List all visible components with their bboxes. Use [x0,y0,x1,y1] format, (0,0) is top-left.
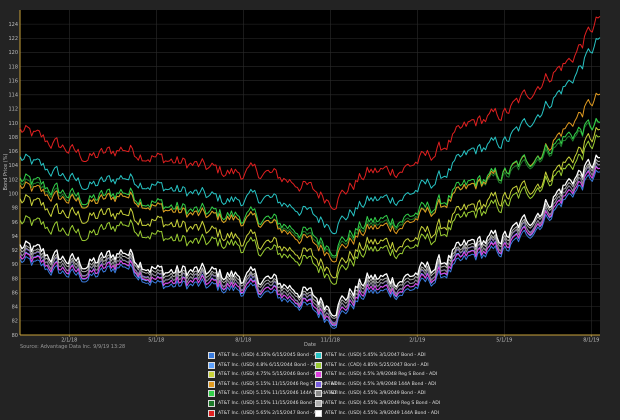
legend-item[interactable]: AT&T Inc. (USD) 4.5% 3/9/2048 Reg S Bond… [315,371,437,379]
y-tick-label: 108 [8,135,18,141]
legend-label: AT&T Inc. (USD) 4.5% 3/9/2048 144A Bond … [325,381,437,387]
x-tick-label: 5/1/19 [496,338,512,344]
y-tick-label: 106 [8,149,18,155]
legend-item[interactable]: AT&T Inc. (USD) 4.75% 5/15/2046 Bond - A… [208,371,321,379]
legend-label: AT&T Inc. (USD) 4.8% 6/15/2044 Bond - AD… [218,362,319,368]
x-tick-label: 2/1/18 [61,338,77,344]
y-tick-label: 112 [8,107,18,113]
legend-item[interactable]: AT&T Inc. (USD) 4.5% 3/9/2048 144A Bond … [315,380,436,388]
legend-swatch [315,361,322,369]
legend-swatch [315,390,322,398]
legend-swatch [208,380,215,388]
legend-label: AT&T Inc. (USD) 4.55% 3/9/2049 Reg S Bon… [325,400,441,406]
y-tick-label: 120 [8,50,18,56]
legend-swatch [208,399,215,407]
y-tick-label: 102 [8,177,18,183]
y-tick-label: 114 [8,93,18,99]
y-tick-label: 110 [8,121,18,127]
legend-item[interactable]: AT&T Inc. (USD) 5.15% 11/15/2046 Reg S B… [208,380,339,388]
legend-swatch [208,352,215,359]
legend-item[interactable]: AT&T Inc. (USD) 5.65% 2/15/2047 Bond - A… [208,409,321,417]
x-tick-label: 11/1/18 [321,338,340,344]
legend-swatch [208,371,215,379]
x-tick-label: 8/1/19 [583,338,599,344]
y-tick-label: 80 [12,333,18,339]
y-tick-label: 104 [8,163,18,169]
legend-item[interactable]: AT&T Inc. (CAD) 4.85% 5/25/2047 Bond - A… [315,361,429,369]
legend-item[interactable]: AT&T Inc. (USD) 5.45% 3/1/2047 Bond - AD… [315,352,426,359]
y-tick-label: 84 [12,305,18,311]
legend-swatch [315,399,322,407]
legend-label: AT&T Inc. (USD) 4.35% 6/15/2045 Bond - A… [218,353,322,358]
source-note: Source: Advantage Data Inc. 9/9/19 13:28 [20,344,126,350]
y-tick-label: 98 [12,206,18,212]
legend-item[interactable]: AT&T Inc. (USD) 4.55% 3/9/2049 Bond - AD… [315,390,426,398]
legend-swatch [208,409,215,417]
y-tick-label: 118 [8,64,18,70]
legend-label: AT&T Inc. (USD) 5.65% 2/15/2047 Bond - A… [218,410,322,416]
y-tick-label: 122 [8,36,18,42]
legend-swatch [315,409,322,417]
y-axis-title: Bond Price (%) [3,154,9,191]
legend-swatch [315,352,322,359]
legend-item[interactable]: AT&T Inc. (USD) 5.15% 11/15/2046 144A Bo… [208,390,338,398]
legend-swatch [208,361,215,369]
x-tick-label: 5/1/18 [148,338,164,344]
x-tick-label: 8/1/18 [235,338,251,344]
y-tick-label: 94 [12,234,18,240]
y-tick-label: 82 [12,319,18,325]
x-axis-title: Date [304,342,316,348]
legend-item[interactable]: AT&T Inc. (USD) 4.55% 3/9/2049 144A Bond… [315,409,439,417]
y-tick-label: 88 [12,276,18,282]
y-tick-label: 86 [12,290,18,296]
legend-label: AT&T Inc. (USD) 5.15% 11/15/2046 Bond - … [218,400,325,406]
legend-swatch [208,390,215,398]
y-tick-label: 100 [8,191,18,197]
legend-item[interactable]: AT&T Inc. (USD) 4.35% 6/15/2045 Bond - A… [208,352,321,359]
legend-label: AT&T Inc. (USD) 4.5% 3/9/2048 Reg S Bond… [325,372,438,378]
legend-label: AT&T Inc. (USD) 4.55% 3/9/2049 Bond - AD… [325,391,426,397]
y-tick-label: 96 [12,220,18,226]
legend-label: AT&T Inc. (USD) 4.75% 5/15/2046 Bond - A… [218,372,322,378]
plot-background [20,10,600,335]
legend-label: AT&T Inc. (USD) 5.45% 3/1/2047 Bond - AD… [325,353,426,358]
legend-label: AT&T Inc. (USD) 4.55% 3/9/2049 144A Bond… [325,410,439,416]
legend-label: AT&T Inc. (CAD) 4.85% 5/25/2047 Bond - A… [325,362,429,368]
legend-item[interactable]: AT&T Inc. (USD) 4.8% 6/15/2044 Bond - AD… [208,361,319,369]
legend: AT&T Inc. (USD) 4.35% 6/15/2045 Bond - A… [208,352,468,417]
y-tick-label: 92 [12,248,18,254]
y-tick-label: 90 [12,262,18,268]
legend-item[interactable]: AT&T Inc. (USD) 5.15% 11/15/2046 Bond - … [208,399,324,407]
legend-swatch [315,380,322,388]
y-tick-label: 124 [8,22,18,28]
x-tick-label: 2/1/19 [409,338,425,344]
legend-swatch [315,371,322,379]
y-tick-label: 116 [8,78,18,84]
legend-item[interactable]: AT&T Inc. (USD) 4.55% 3/9/2049 Reg S Bon… [315,399,440,407]
